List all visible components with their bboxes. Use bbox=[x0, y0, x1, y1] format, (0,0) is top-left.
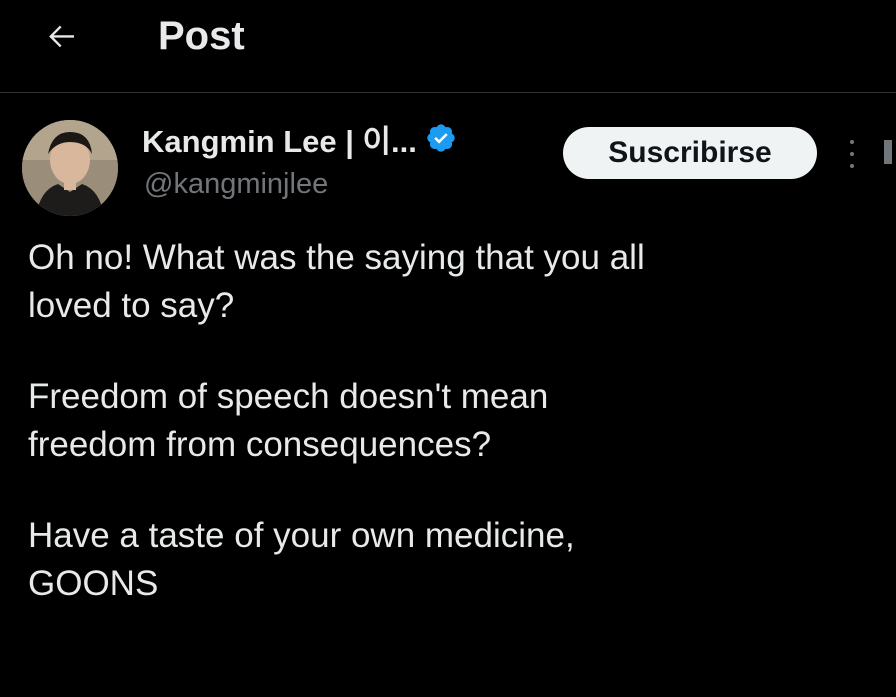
page-title: Post bbox=[158, 14, 245, 58]
more-dot bbox=[850, 140, 854, 144]
avatar[interactable] bbox=[22, 120, 118, 216]
profile-photo-icon bbox=[22, 120, 118, 216]
top-bar: Post bbox=[0, 0, 896, 93]
more-vertical-icon[interactable] bbox=[840, 136, 864, 172]
verified-badge-icon bbox=[427, 124, 455, 152]
author-name[interactable]: Kangmin Lee | 이... bbox=[142, 116, 417, 161]
post-paragraph: Have a taste of your own medicine, GOONS bbox=[28, 516, 575, 603]
author-handle[interactable]: @kangminjlee bbox=[144, 164, 328, 204]
post-paragraph: Oh no! What was the saying that you all … bbox=[28, 238, 645, 325]
post-text: Oh no! What was the saying that you all … bbox=[28, 234, 868, 651]
author-name-row: Kangmin Lee | 이... bbox=[142, 116, 457, 161]
more-dot bbox=[850, 164, 854, 168]
clipped-edge-element bbox=[884, 140, 892, 164]
back-button[interactable] bbox=[40, 14, 84, 58]
subscribe-button[interactable]: Suscribirse bbox=[563, 127, 817, 179]
more-dot bbox=[850, 152, 854, 156]
post-paragraph: Freedom of speech doesn't mean freedom f… bbox=[28, 377, 549, 464]
arrow-left-icon bbox=[49, 25, 74, 48]
